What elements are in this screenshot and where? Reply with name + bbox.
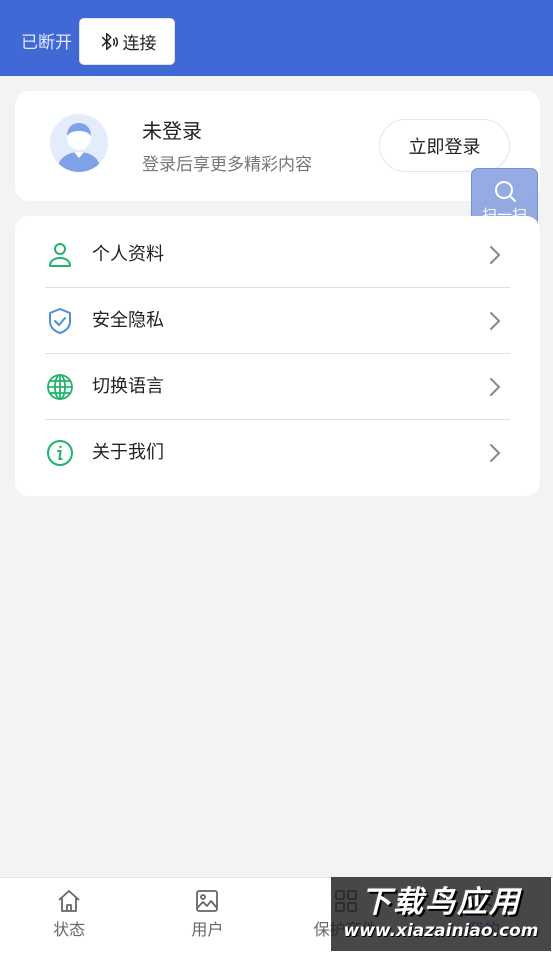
menu-item-security[interactable]: 安全隐私 xyxy=(45,288,510,354)
chevron-right-icon xyxy=(490,444,501,462)
profile-card: 未登录 登录后享更多精彩内容 立即登录 xyxy=(15,91,540,201)
image-icon xyxy=(196,890,219,912)
default-avatar-icon xyxy=(50,114,108,172)
profile-name: 未登录 xyxy=(142,119,202,143)
top-header: 已断开 连接 xyxy=(0,0,553,76)
connection-status: 已断开 xyxy=(21,33,72,53)
tab-label: 用户 xyxy=(191,920,224,939)
chevron-right-icon xyxy=(490,377,501,396)
watermark-logo: 下载鸟应用 www.xiazainiao.com xyxy=(331,877,551,951)
app-root: 已断开 连接 未登录 登录后享更多精彩内容 立即登录 扫一扫 个人资料 安全隐私… xyxy=(0,0,553,955)
avatar[interactable] xyxy=(50,114,108,172)
bluetooth-icon xyxy=(101,32,118,50)
menu-item-label: 切换语言 xyxy=(92,375,164,397)
home-icon xyxy=(58,890,80,912)
watermark-url: www.xiazainiao.com xyxy=(343,921,539,941)
connect-button[interactable]: 连接 xyxy=(79,18,175,65)
tab-user[interactable]: 用户 xyxy=(138,878,276,955)
chevron-right-icon xyxy=(490,311,501,330)
menu-item-profile[interactable]: 个人资料 xyxy=(45,222,510,288)
menu-item-label: 关于我们 xyxy=(92,442,164,463)
tab-label: 状态 xyxy=(53,920,86,939)
settings-menu: 个人资料 安全隐私 切换语言 关于我们 xyxy=(15,216,540,496)
person-icon xyxy=(45,240,75,270)
info-icon xyxy=(45,438,75,468)
search-icon xyxy=(494,181,516,202)
globe-icon xyxy=(45,372,75,402)
connect-label: 连接 xyxy=(122,34,157,54)
menu-item-label: 个人资料 xyxy=(92,243,164,265)
chevron-right-icon xyxy=(490,245,501,264)
menu-item-label: 安全隐私 xyxy=(92,309,164,331)
menu-item-language[interactable]: 切换语言 xyxy=(45,354,510,420)
shield-icon xyxy=(45,306,75,336)
tab-status[interactable]: 状态 xyxy=(0,878,138,955)
menu-item-about[interactable]: 关于我们 xyxy=(45,420,510,486)
profile-subtitle: 登录后享更多精彩内容 xyxy=(142,155,312,175)
watermark-title: 下载鸟应用 xyxy=(361,885,521,920)
login-button[interactable]: 立即登录 xyxy=(379,119,510,172)
